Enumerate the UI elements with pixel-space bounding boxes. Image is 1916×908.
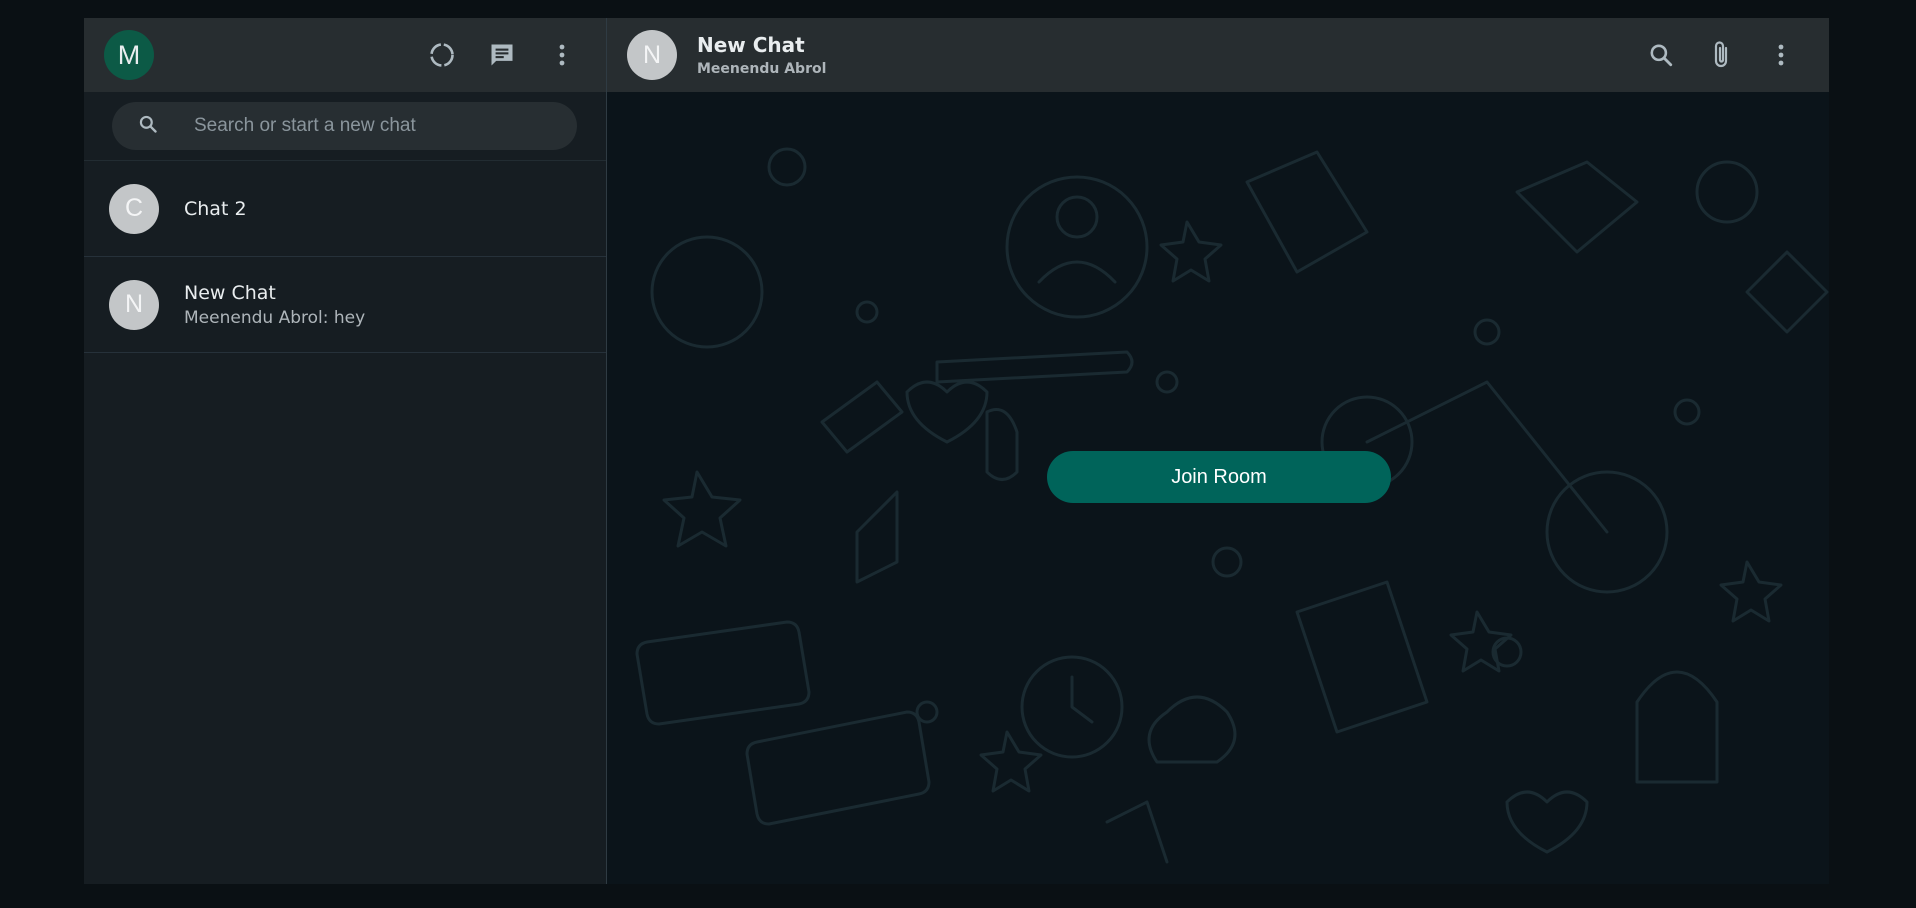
conversation-subtitle: Meenendu Abrol — [697, 61, 827, 77]
conversation-title: New Chat — [697, 33, 805, 57]
search-box[interactable] — [112, 102, 577, 150]
menu-icon[interactable] — [544, 37, 580, 73]
conversation-actions — [1643, 37, 1799, 73]
search-bar — [84, 92, 606, 161]
conversation-panel: N New Chat Meenendu Abrol Join Room — [607, 18, 1829, 884]
sidebar: M Search or start a new chat C Chat 2 N … — [84, 18, 607, 884]
avatar[interactable]: N — [627, 30, 677, 80]
status-icon[interactable] — [424, 37, 460, 73]
sidebar-header: M — [84, 18, 606, 92]
menu-icon[interactable] — [1763, 37, 1799, 73]
chat-list: C Chat 2 N New Chat Meenendu Abrol: hey — [84, 161, 606, 353]
chat-preview: Meenendu Abrol: hey — [184, 307, 366, 328]
chat-name: Chat 2 — [184, 197, 247, 220]
search-icon — [138, 114, 158, 139]
search-icon[interactable] — [1643, 37, 1679, 73]
attach-icon[interactable] — [1703, 37, 1739, 73]
app-window: M Search or start a new chat C Chat 2 N … — [84, 18, 1829, 884]
search-input[interactable] — [192, 114, 556, 138]
conversation-header: N New Chat Meenendu Abrol — [607, 18, 1829, 92]
list-item[interactable]: C Chat 2 — [84, 161, 606, 257]
sidebar-header-actions — [424, 37, 580, 73]
avatar: N — [109, 279, 159, 330]
new-chat-icon[interactable] — [484, 37, 520, 73]
join-room-button[interactable]: Join Room — [1047, 451, 1391, 503]
user-avatar[interactable]: M — [104, 30, 154, 80]
avatar: C — [109, 183, 159, 234]
chat-name: New Chat — [184, 281, 276, 304]
list-item[interactable]: N New Chat Meenendu Abrol: hey — [84, 257, 606, 353]
